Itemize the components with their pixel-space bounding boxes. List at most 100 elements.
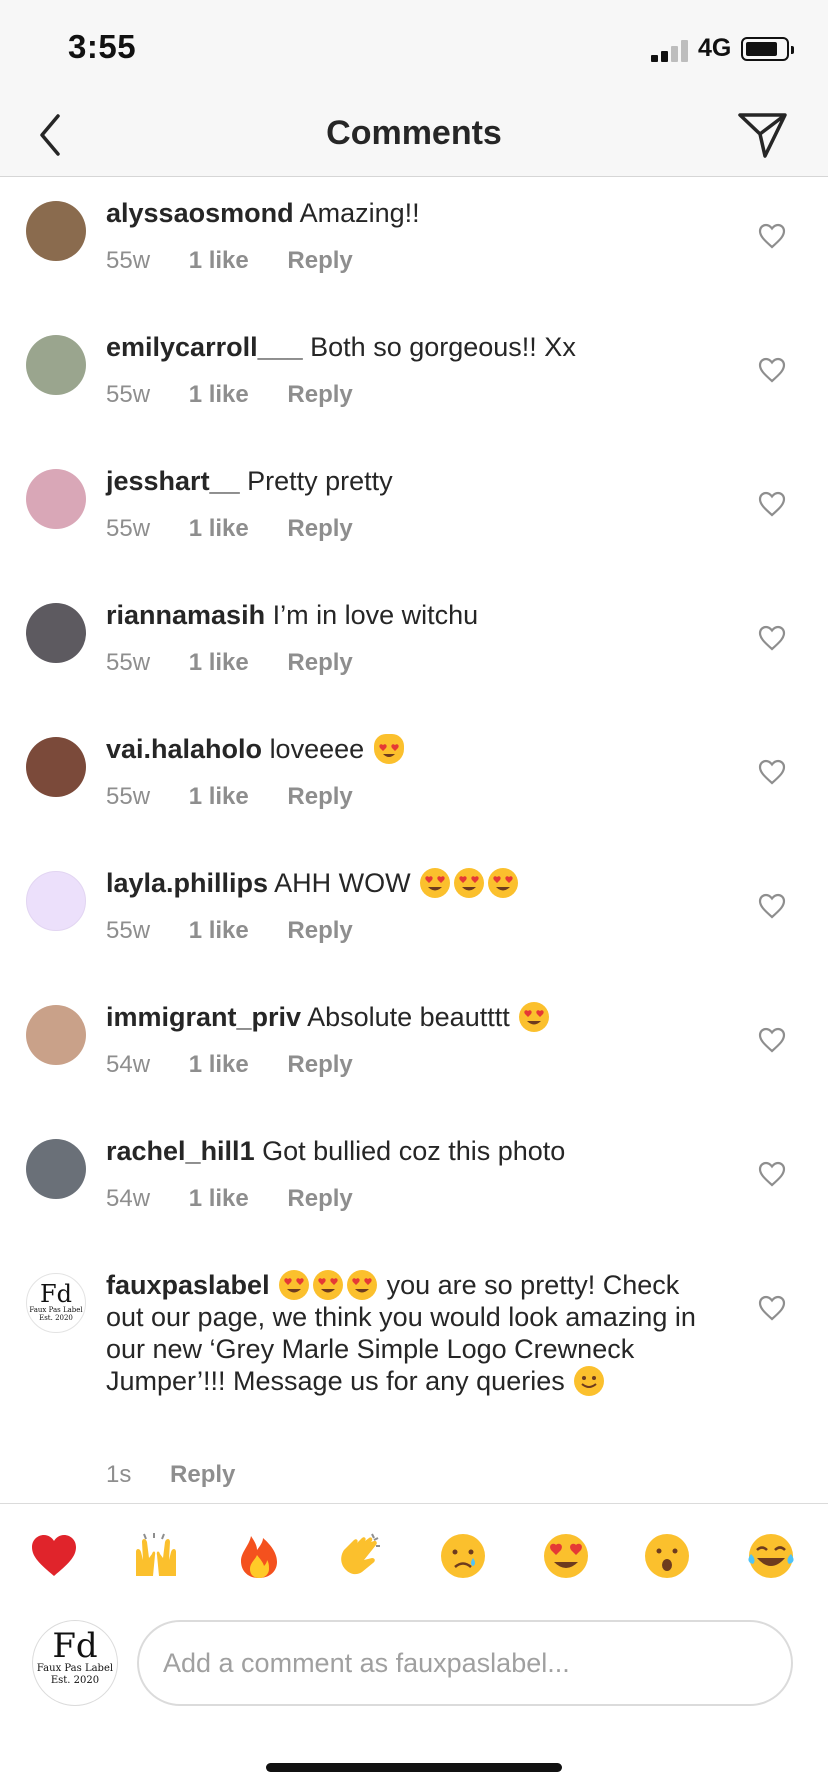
comment-body: rachel_hill1 Got bullied coz this photo [106,1135,706,1167]
fire-icon[interactable] [233,1530,285,1582]
comment-age: 1s [106,1461,132,1488]
heart-eyes-emoji [313,1270,344,1300]
username[interactable]: fauxpaslabel [106,1270,270,1300]
heart-icon[interactable] [758,1161,786,1187]
comment-age: 55w [106,247,151,274]
clapping-hands-icon[interactable] [334,1530,386,1582]
comment-meta: 55w 1 like Reply [106,381,385,409]
avatar[interactable] [26,201,86,261]
status-time: 3:55 [68,28,137,65]
comment-meta: 1s Reply [106,1461,267,1489]
username[interactable]: emilycarroll___ [106,332,303,362]
page-title: Comments [326,114,502,152]
comment-age: 55w [106,381,151,408]
reply-button[interactable]: Reply [287,917,352,944]
comment-body: vai.halaholo loveeee [106,733,706,765]
username[interactable]: alyssaosmond [106,198,294,228]
comment-text: AHH WOW [274,868,411,898]
heart-eyes-emoji [454,868,485,898]
brand-avatar[interactable]: Fd Faux Pas Label Est. 2020 [26,1273,86,1333]
avatar[interactable] [26,737,86,797]
reply-button[interactable]: Reply [287,515,352,542]
like-count[interactable]: 1 like [189,649,249,676]
composer-avatar: Fd Faux Pas Label Est. 2020 [32,1620,118,1706]
like-count[interactable]: 1 like [189,917,249,944]
like-count[interactable]: 1 like [189,515,249,542]
username[interactable]: rachel_hill1 [106,1136,255,1166]
comment-age: 55w [106,917,151,944]
comment-text: Amazing!! [299,198,420,228]
avatar[interactable] [26,335,86,395]
heart-icon[interactable] [758,491,786,517]
username[interactable]: vai.halaholo [106,734,262,764]
username[interactable]: jesshart__ [106,466,240,496]
username[interactable]: immigrant_priv [106,1002,301,1032]
comment-body: emilycarroll___ Both so gorgeous!! Xx [106,331,706,363]
paper-plane-icon [738,113,787,158]
heart-eyes-emoji [347,1270,378,1300]
reply-button[interactable]: Reply [287,247,352,274]
username[interactable]: layla.phillips [106,868,268,898]
heart-icon[interactable] [758,625,786,651]
reply-button[interactable]: Reply [170,1461,235,1488]
comment-body: layla.phillips AHH WOW [106,867,706,899]
network-type: 4G [698,34,732,62]
nav-header: Comments [0,100,828,177]
comment-text: Pretty pretty [247,466,393,496]
comment-meta: 55w 1 like Reply [106,247,385,275]
comment-body: jesshart__ Pretty pretty [106,465,706,497]
heart-eyes-icon[interactable] [540,1530,592,1582]
comment-body: riannamasih I’m in love witchu [106,599,706,631]
crying-face-icon[interactable] [437,1530,489,1582]
avatar[interactable] [26,603,86,663]
heart-icon[interactable] [758,759,786,785]
comment-meta: 55w 1 like Reply [106,783,385,811]
like-count[interactable]: 1 like [189,1185,249,1212]
like-count[interactable]: 1 like [189,247,249,274]
red-heart-icon[interactable] [28,1530,80,1582]
comment-text: Got bullied coz this photo [262,1136,566,1166]
avatar[interactable] [26,1005,86,1065]
avatar[interactable] [26,871,86,931]
brand-logo-line1: Faux Pas Label [36,1663,114,1674]
like-count[interactable]: 1 like [189,1051,249,1078]
comment-age: 54w [106,1051,151,1078]
heart-eyes-emoji [519,1002,550,1032]
comment-meta: 55w 1 like Reply [106,649,385,677]
avatar[interactable] [26,1139,86,1199]
comment-age: 55w [106,649,151,676]
status-bar: 3:55 4G [0,0,828,100]
username[interactable]: riannamasih [106,600,265,630]
divider [0,1503,828,1504]
brand-logo-line2: Est. 2020 [50,1675,100,1686]
raising-hands-icon[interactable] [130,1530,182,1582]
surprised-face-icon[interactable] [641,1530,693,1582]
heart-icon[interactable] [758,357,786,383]
reply-button[interactable]: Reply [287,1051,352,1078]
share-button[interactable] [735,106,791,162]
heart-icon[interactable] [758,1027,786,1053]
reply-button[interactable]: Reply [287,381,352,408]
heart-icon[interactable] [758,1295,786,1321]
comment-input[interactable] [137,1620,793,1706]
heart-icon[interactable] [758,223,786,249]
comment-age: 54w [106,1185,151,1212]
like-count[interactable]: 1 like [189,783,249,810]
comment-meta: 55w 1 like Reply [106,515,385,543]
like-count[interactable]: 1 like [189,381,249,408]
heart-eyes-emoji [420,868,451,898]
battery-icon [741,37,794,61]
reply-button[interactable]: Reply [287,783,352,810]
home-indicator[interactable] [266,1763,562,1772]
comment-body: fauxpaslabel you are so pretty! Check ou… [106,1269,716,1397]
tears-of-joy-icon[interactable] [745,1530,797,1582]
heart-eyes-emoji [279,1270,310,1300]
reply-button[interactable]: Reply [287,649,352,676]
comment-meta: 55w 1 like Reply [106,917,385,945]
brand-logo-line1: Faux Pas Label [29,1306,83,1314]
heart-icon[interactable] [758,893,786,919]
avatar[interactable] [26,469,86,529]
reply-button[interactable]: Reply [287,1185,352,1212]
comment-meta: 54w 1 like Reply [106,1185,385,1213]
smiling-face-emoji [574,1366,605,1396]
